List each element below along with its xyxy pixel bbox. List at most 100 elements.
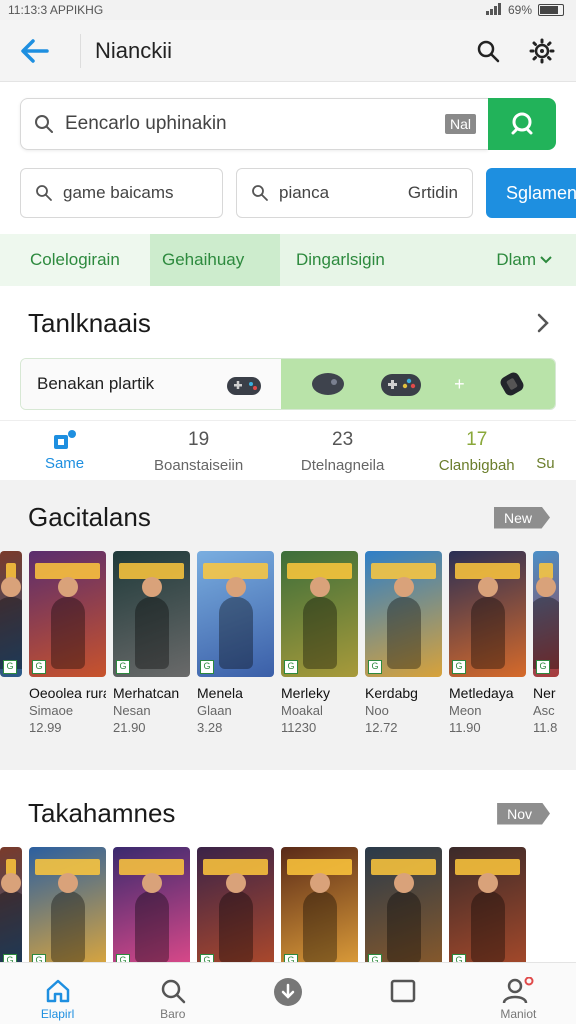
- stat-label: Boanstaiseiin: [154, 457, 244, 474]
- character-figure: [50, 597, 85, 669]
- category-tabs: Colelogirain Gehaihuay Dingarlsigin Dlam: [0, 234, 576, 286]
- search-input[interactable]: Eencarlo uphinakin Nal: [20, 98, 488, 150]
- nav-download[interactable]: [248, 977, 328, 1007]
- character-head: [309, 873, 330, 893]
- nav-profile[interactable]: Maniot: [478, 977, 558, 1021]
- character-figure: [533, 597, 559, 669]
- character-figure: [386, 891, 421, 963]
- chip-game[interactable]: game baicams: [20, 168, 223, 218]
- stats-row: Same 19 Boanstaiseiin 23 Dtelnagneila 17…: [0, 420, 576, 480]
- game-card[interactable]: G Menela Glaan 3.28: [197, 551, 274, 735]
- settings-button[interactable]: [522, 31, 562, 71]
- rating-badge-icon: G: [368, 660, 382, 674]
- stat-num: 19: [188, 429, 210, 450]
- battery-percent: 69%: [507, 3, 532, 17]
- tab-category-1[interactable]: Colelogirain: [0, 234, 150, 286]
- game-cover: G: [113, 847, 190, 971]
- nav-home[interactable]: Elapirl: [18, 977, 98, 1021]
- game-cover: G: [197, 847, 274, 971]
- second-section: Takahamnes Nov GGGGGGG: [0, 770, 576, 971]
- stat-more[interactable]: Su: [536, 421, 576, 472]
- game-card[interactable]: G Ner Asc 11.8: [533, 551, 559, 735]
- search-icon: [511, 112, 533, 135]
- character-head: [225, 577, 246, 597]
- game-card[interactable]: G: [197, 847, 274, 971]
- character-figure: [470, 891, 505, 963]
- search-submit-button[interactable]: [488, 98, 556, 150]
- home-icon: [46, 979, 69, 1003]
- game-subtitle: Simaoe: [29, 703, 74, 718]
- game-card-partial[interactable]: G: [0, 847, 22, 971]
- game-title: Metledaya: [449, 685, 514, 701]
- tab-category-2[interactable]: Gehaihuay: [150, 234, 280, 286]
- game-card[interactable]: G: [365, 847, 442, 971]
- stat-same[interactable]: Same: [0, 421, 129, 472]
- nav-search[interactable]: Baro: [133, 977, 213, 1021]
- game-card[interactable]: G Merleky Moakal 11230: [281, 551, 358, 735]
- tab-label: Dlam: [496, 250, 536, 269]
- new-tag[interactable]: New: [493, 506, 550, 529]
- stat-dtel[interactable]: 23 Dtelnagneila: [268, 421, 417, 474]
- stat-boanst[interactable]: 19 Boanstaiseiin: [129, 421, 268, 474]
- app-bar-divider: [80, 33, 81, 68]
- second-strip: GGGGGGG: [0, 847, 576, 971]
- game-card[interactable]: G Kerdabg Noo 12.72: [365, 551, 442, 735]
- game-subtitle: Meon: [449, 703, 482, 718]
- character-head: [1, 873, 21, 893]
- second-section-header: Takahamnes Nov: [0, 798, 576, 829]
- game-cover: G: [281, 847, 358, 971]
- character-figure: [50, 891, 85, 963]
- bottom-nav: Elapirl Baro Maniot: [0, 962, 576, 1024]
- game-cover: G: [0, 847, 22, 971]
- game-cover: G: [281, 551, 358, 677]
- game-card[interactable]: G: [113, 847, 190, 971]
- game-card[interactable]: G: [449, 847, 526, 971]
- character-figure: [470, 597, 505, 669]
- chip-label: game baicams: [63, 183, 174, 202]
- search-icon: [35, 115, 53, 133]
- game-card[interactable]: G Oeoolea rurat Simaoe 12.99: [29, 551, 106, 735]
- signal-icon: [485, 2, 502, 18]
- search-button[interactable]: [468, 31, 508, 71]
- game-subtitle: Glaan: [197, 703, 232, 718]
- tab-category-3[interactable]: Dingarlsigin: [280, 234, 450, 286]
- battery-icon: [538, 4, 564, 16]
- game-card[interactable]: G Merhatcan Nesan 21.90: [113, 551, 190, 735]
- game-title: Ner: [533, 685, 556, 701]
- game-card[interactable]: G: [281, 847, 358, 971]
- game-cover: G: [29, 551, 106, 677]
- character-head: [536, 577, 556, 597]
- search-row: Eencarlo uphinakin Nal: [20, 98, 556, 150]
- nav-label: Baro: [160, 1007, 186, 1021]
- rating-badge-icon: G: [536, 660, 550, 674]
- chip-pianca[interactable]: pianca Grtidin: [236, 168, 473, 218]
- character-head: [477, 577, 498, 597]
- game-card-partial[interactable]: G: [0, 551, 22, 735]
- rating-badge-icon: G: [3, 660, 17, 674]
- chip-sglamen[interactable]: Sglamen: [486, 168, 576, 218]
- nav-label: Elapirl: [40, 1007, 75, 1021]
- game-card[interactable]: G Metledaya Meon 11.90: [449, 551, 526, 735]
- character-head: [1, 577, 21, 597]
- promo-banner[interactable]: Benakan plartik +: [20, 358, 556, 410]
- game-price: 3.28: [197, 720, 223, 735]
- game-cover: G: [29, 847, 106, 971]
- tab-category-more[interactable]: Dlam: [450, 234, 576, 286]
- games-section-header: Gacitalans New: [0, 502, 576, 533]
- nav-label: Maniot: [500, 1007, 537, 1021]
- character-head: [141, 577, 162, 597]
- stat-clan[interactable]: 17 Clanbigbah: [417, 421, 536, 474]
- stat-label: Same: [44, 455, 85, 472]
- arrow-left-icon: [21, 38, 49, 63]
- new-tag[interactable]: Nov: [497, 802, 550, 825]
- game-card[interactable]: G: [29, 847, 106, 971]
- tank-section-header[interactable]: Tanlknaais: [0, 308, 576, 338]
- gamepad-icon: [381, 374, 422, 396]
- nav-library[interactable]: [363, 977, 443, 1005]
- section-title: Takahamnes: [28, 798, 176, 828]
- chevron-right-icon: [537, 313, 549, 333]
- rating-badge-icon: G: [116, 660, 130, 674]
- back-button[interactable]: [14, 31, 54, 71]
- banner-text: Benakan plartik: [37, 374, 155, 393]
- chip-label: pianca: [279, 183, 330, 202]
